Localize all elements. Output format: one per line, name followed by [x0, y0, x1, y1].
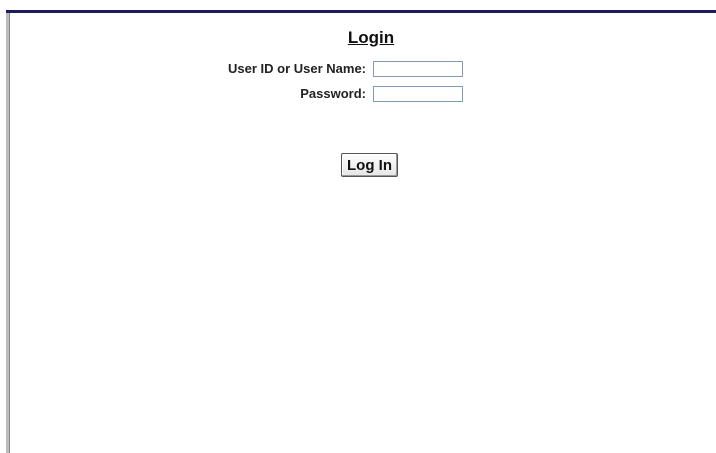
user-id-input[interactable] [373, 61, 463, 77]
password-label: Password: [300, 86, 366, 101]
password-input[interactable] [373, 86, 463, 102]
top-frame-border [6, 10, 716, 13]
log-in-button[interactable]: Log In [341, 153, 398, 177]
login-page: Login User ID or User Name: Password: Lo… [0, 0, 716, 453]
left-frame-border-shadow [9, 13, 10, 453]
user-id-label: User ID or User Name: [228, 61, 366, 76]
page-title: Login [347, 28, 395, 47]
